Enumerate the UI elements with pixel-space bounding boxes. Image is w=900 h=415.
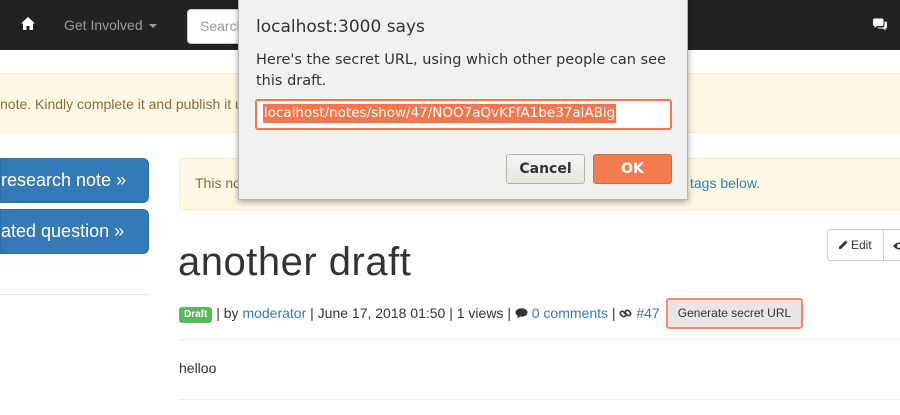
chat-icon[interactable] (872, 18, 888, 32)
secret-url-value: localhost/notes/show/47/NOO7aQvKFfA1be37… (263, 104, 617, 123)
divider (179, 339, 900, 340)
secret-url-input[interactable]: localhost/notes/show/47/NOO7aQvKFfA1be37… (255, 99, 672, 130)
meta-separator: | (611, 305, 616, 321)
get-involved-dropdown[interactable]: Get Involved (64, 16, 157, 34)
note-meta: Draft | by moderator | June 17, 2018 01:… (179, 298, 660, 328)
cancel-button[interactable]: Cancel (506, 154, 585, 184)
by-text: | by (216, 305, 239, 321)
pencil-icon (839, 240, 848, 249)
related-question-button[interactable]: ated question » (0, 209, 149, 254)
page-title: another draft (178, 240, 412, 284)
draft-banner-text: note. Kindly complete it and publish it … (0, 96, 243, 112)
note-body: helloo (179, 360, 217, 376)
tags-alert-link[interactable]: tags below. (690, 175, 760, 191)
home-icon[interactable] (19, 15, 37, 33)
edit-button[interactable]: Edit (827, 229, 884, 261)
eye-icon (893, 242, 900, 250)
divider (179, 399, 900, 400)
edit-label: Edit (851, 238, 872, 252)
comment-icon (515, 308, 528, 319)
generate-secret-url-button[interactable]: Generate secret URL (666, 298, 803, 329)
author-link[interactable]: moderator (242, 305, 306, 321)
view-button[interactable] (883, 229, 900, 261)
sidebar-divider (0, 294, 150, 295)
research-note-button[interactable]: research note » (0, 158, 149, 203)
dialog-message: Here's the secret URL, using which other… (256, 52, 666, 89)
tags-alert-text: This no (195, 175, 241, 191)
note-details: | June 17, 2018 01:50 | 1 views | (310, 305, 511, 321)
chevron-down-icon (148, 24, 157, 29)
get-involved-label: Get Involved (64, 17, 143, 33)
draft-badge: Draft (179, 307, 213, 323)
page: Get Involved Search note. Kindly complet… (0, 0, 900, 415)
prompt-dialog: localhost:3000 says Here's the secret UR… (238, 0, 688, 200)
link-icon (619, 309, 632, 318)
dialog-title: localhost:3000 says (256, 17, 425, 37)
comments-link[interactable]: 0 comments (532, 305, 608, 321)
note-id-link[interactable]: #47 (636, 305, 659, 321)
ok-button[interactable]: OK (593, 154, 672, 184)
